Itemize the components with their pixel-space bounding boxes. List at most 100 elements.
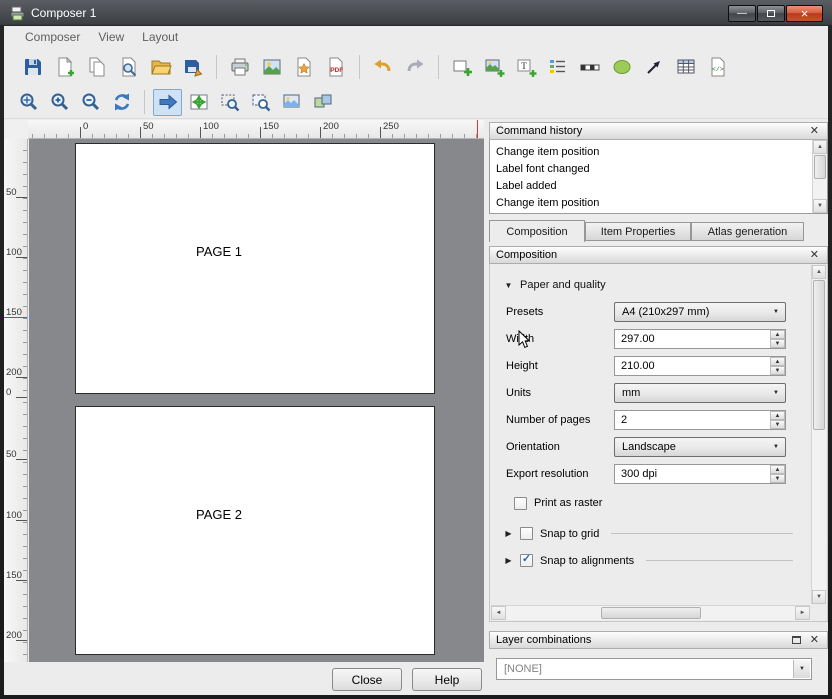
spin-down-icon[interactable]: ▼ bbox=[770, 366, 785, 375]
group-items-button[interactable] bbox=[308, 89, 337, 116]
close-panel-icon[interactable]: ✕ bbox=[808, 250, 821, 261]
menu-layout[interactable]: Layout bbox=[133, 27, 187, 47]
float-panel-icon[interactable] bbox=[792, 636, 801, 644]
menu-view[interactable]: View bbox=[89, 27, 133, 47]
spin-down-icon[interactable]: ▼ bbox=[770, 420, 785, 429]
print-button[interactable] bbox=[225, 52, 255, 82]
spin-down-icon[interactable]: ▼ bbox=[770, 339, 785, 348]
scrollbar-thumb[interactable] bbox=[601, 607, 701, 619]
add-arrow-button[interactable] bbox=[639, 52, 669, 82]
chevron-down-icon[interactable]: ▼ bbox=[793, 660, 810, 678]
scroll-down-icon[interactable]: ▼ bbox=[812, 590, 826, 604]
panel-horizontal-scrollbar[interactable]: ◄ ► bbox=[491, 605, 810, 620]
export-image-button[interactable] bbox=[257, 52, 287, 82]
num-pages-spinbox[interactable]: 2 ▲▼ bbox=[614, 410, 786, 430]
add-label-icon: T bbox=[515, 56, 537, 78]
composer-manager-button[interactable] bbox=[114, 52, 144, 82]
page-2-label-item[interactable]: PAGE 2 bbox=[196, 507, 242, 522]
expand-triangle-icon[interactable]: ▶ bbox=[504, 556, 513, 565]
presets-dropdown[interactable]: A4 (210x297 mm) ▼ bbox=[614, 302, 786, 322]
close-button[interactable]: Close bbox=[332, 668, 402, 691]
history-item[interactable]: Change item position bbox=[490, 195, 827, 212]
save-template-button[interactable] bbox=[178, 52, 208, 82]
move-item-content-button[interactable] bbox=[184, 89, 213, 116]
history-scrollbar[interactable]: ▲ ▼ bbox=[812, 140, 827, 213]
spin-down-icon[interactable]: ▼ bbox=[770, 474, 785, 483]
load-template-button[interactable] bbox=[146, 52, 176, 82]
composition-panel-body: ▼ Paper and quality Presets A4 (210x297 … bbox=[489, 264, 828, 622]
page-1-label-item[interactable]: PAGE 1 bbox=[196, 244, 242, 259]
snap-to-grid-row: ▶ Snap to grid bbox=[504, 527, 793, 540]
spin-up-icon[interactable]: ▲ bbox=[770, 330, 785, 339]
zoom-out-button[interactable] bbox=[76, 89, 105, 116]
refresh-view-button[interactable] bbox=[107, 89, 136, 116]
select-move-item-button[interactable] bbox=[153, 89, 182, 116]
height-spinbox[interactable]: 210.00 ▲▼ bbox=[614, 356, 786, 376]
add-image-button[interactable] bbox=[479, 52, 509, 82]
snap-to-alignments-checkbox[interactable]: ✓ bbox=[520, 554, 533, 567]
zoom-out-icon bbox=[80, 91, 102, 113]
zoom-full-button[interactable] bbox=[14, 89, 43, 116]
export-svg-button[interactable] bbox=[289, 52, 319, 82]
spin-up-icon[interactable]: ▲ bbox=[770, 357, 785, 366]
scroll-down-icon[interactable]: ▼ bbox=[813, 199, 827, 213]
chevron-down-icon: ▼ bbox=[773, 444, 779, 450]
html-code-icon: </> bbox=[707, 56, 729, 78]
zoom-in-button[interactable] bbox=[45, 89, 74, 116]
minimize-button[interactable]: — bbox=[728, 5, 756, 22]
zoom-to-region-button[interactable] bbox=[246, 89, 275, 116]
zoom-item-icon bbox=[219, 91, 241, 113]
preview-image-button[interactable] bbox=[277, 89, 306, 116]
add-scalebar-button[interactable] bbox=[575, 52, 605, 82]
orientation-dropdown[interactable]: Landscape ▼ bbox=[614, 437, 786, 457]
save-project-button[interactable] bbox=[18, 52, 48, 82]
tab-item-properties[interactable]: Item Properties bbox=[585, 222, 691, 241]
tab-atlas-generation[interactable]: Atlas generation bbox=[691, 222, 804, 241]
close-panel-icon[interactable]: ✕ bbox=[808, 635, 821, 646]
export-resolution-spinbox[interactable]: 300 dpi ▲▼ bbox=[614, 464, 786, 484]
tab-composition[interactable]: Composition bbox=[489, 220, 585, 242]
menu-composer[interactable]: Composer bbox=[16, 27, 89, 47]
history-item[interactable]: Label added bbox=[490, 178, 827, 195]
table-icon bbox=[675, 56, 697, 78]
add-html-button[interactable]: </> bbox=[703, 52, 733, 82]
help-button[interactable]: Help bbox=[412, 668, 482, 691]
add-label-button[interactable]: T bbox=[511, 52, 541, 82]
panel-vertical-scrollbar[interactable]: ▲ ▼ bbox=[811, 265, 826, 604]
main-toolbar: PDF T </> bbox=[4, 48, 828, 86]
duplicate-composition-button[interactable] bbox=[82, 52, 112, 82]
scroll-left-icon[interactable]: ◄ bbox=[491, 606, 506, 620]
history-item[interactable]: Change item position bbox=[490, 144, 827, 161]
snap-to-grid-checkbox[interactable] bbox=[520, 527, 533, 540]
scroll-up-icon[interactable]: ▲ bbox=[812, 265, 826, 279]
page-1[interactable]: PAGE 1 bbox=[75, 143, 435, 394]
new-composition-button[interactable] bbox=[50, 52, 80, 82]
close-window-button[interactable]: × bbox=[786, 5, 823, 22]
zoom-to-item-button[interactable] bbox=[215, 89, 244, 116]
scrollbar-thumb[interactable] bbox=[814, 155, 826, 179]
units-dropdown[interactable]: mm ▼ bbox=[614, 383, 786, 403]
scrollbar-thumb[interactable] bbox=[813, 280, 825, 430]
redo-button[interactable] bbox=[400, 52, 430, 82]
add-legend-button[interactable] bbox=[543, 52, 573, 82]
add-attribute-table-button[interactable] bbox=[671, 52, 701, 82]
scroll-right-icon[interactable]: ► bbox=[795, 606, 810, 620]
maximize-button[interactable] bbox=[757, 5, 785, 22]
print-as-raster-checkbox[interactable] bbox=[514, 497, 527, 510]
composition-canvas[interactable]: PAGE 1 PAGE 2 bbox=[29, 139, 484, 662]
history-item[interactable]: Label font changed bbox=[490, 161, 827, 178]
undo-button[interactable] bbox=[368, 52, 398, 82]
page-2[interactable]: PAGE 2 bbox=[75, 406, 435, 655]
scroll-up-icon[interactable]: ▲ bbox=[813, 140, 827, 154]
export-pdf-button[interactable]: PDF bbox=[321, 52, 351, 82]
spin-up-icon[interactable]: ▲ bbox=[770, 411, 785, 420]
layer-combinations-dropdown[interactable]: [NONE] ▼ bbox=[496, 658, 812, 680]
add-shape-button[interactable] bbox=[607, 52, 637, 82]
close-panel-icon[interactable]: ✕ bbox=[808, 126, 821, 137]
add-map-button[interactable] bbox=[447, 52, 477, 82]
spin-up-icon[interactable]: ▲ bbox=[770, 465, 785, 474]
paper-quality-section-header[interactable]: ▼ Paper and quality bbox=[504, 279, 606, 291]
width-spinbox[interactable]: 297.00 ▲▼ bbox=[614, 329, 786, 349]
zoom-region-icon bbox=[250, 91, 272, 113]
expand-triangle-icon[interactable]: ▶ bbox=[504, 529, 513, 538]
